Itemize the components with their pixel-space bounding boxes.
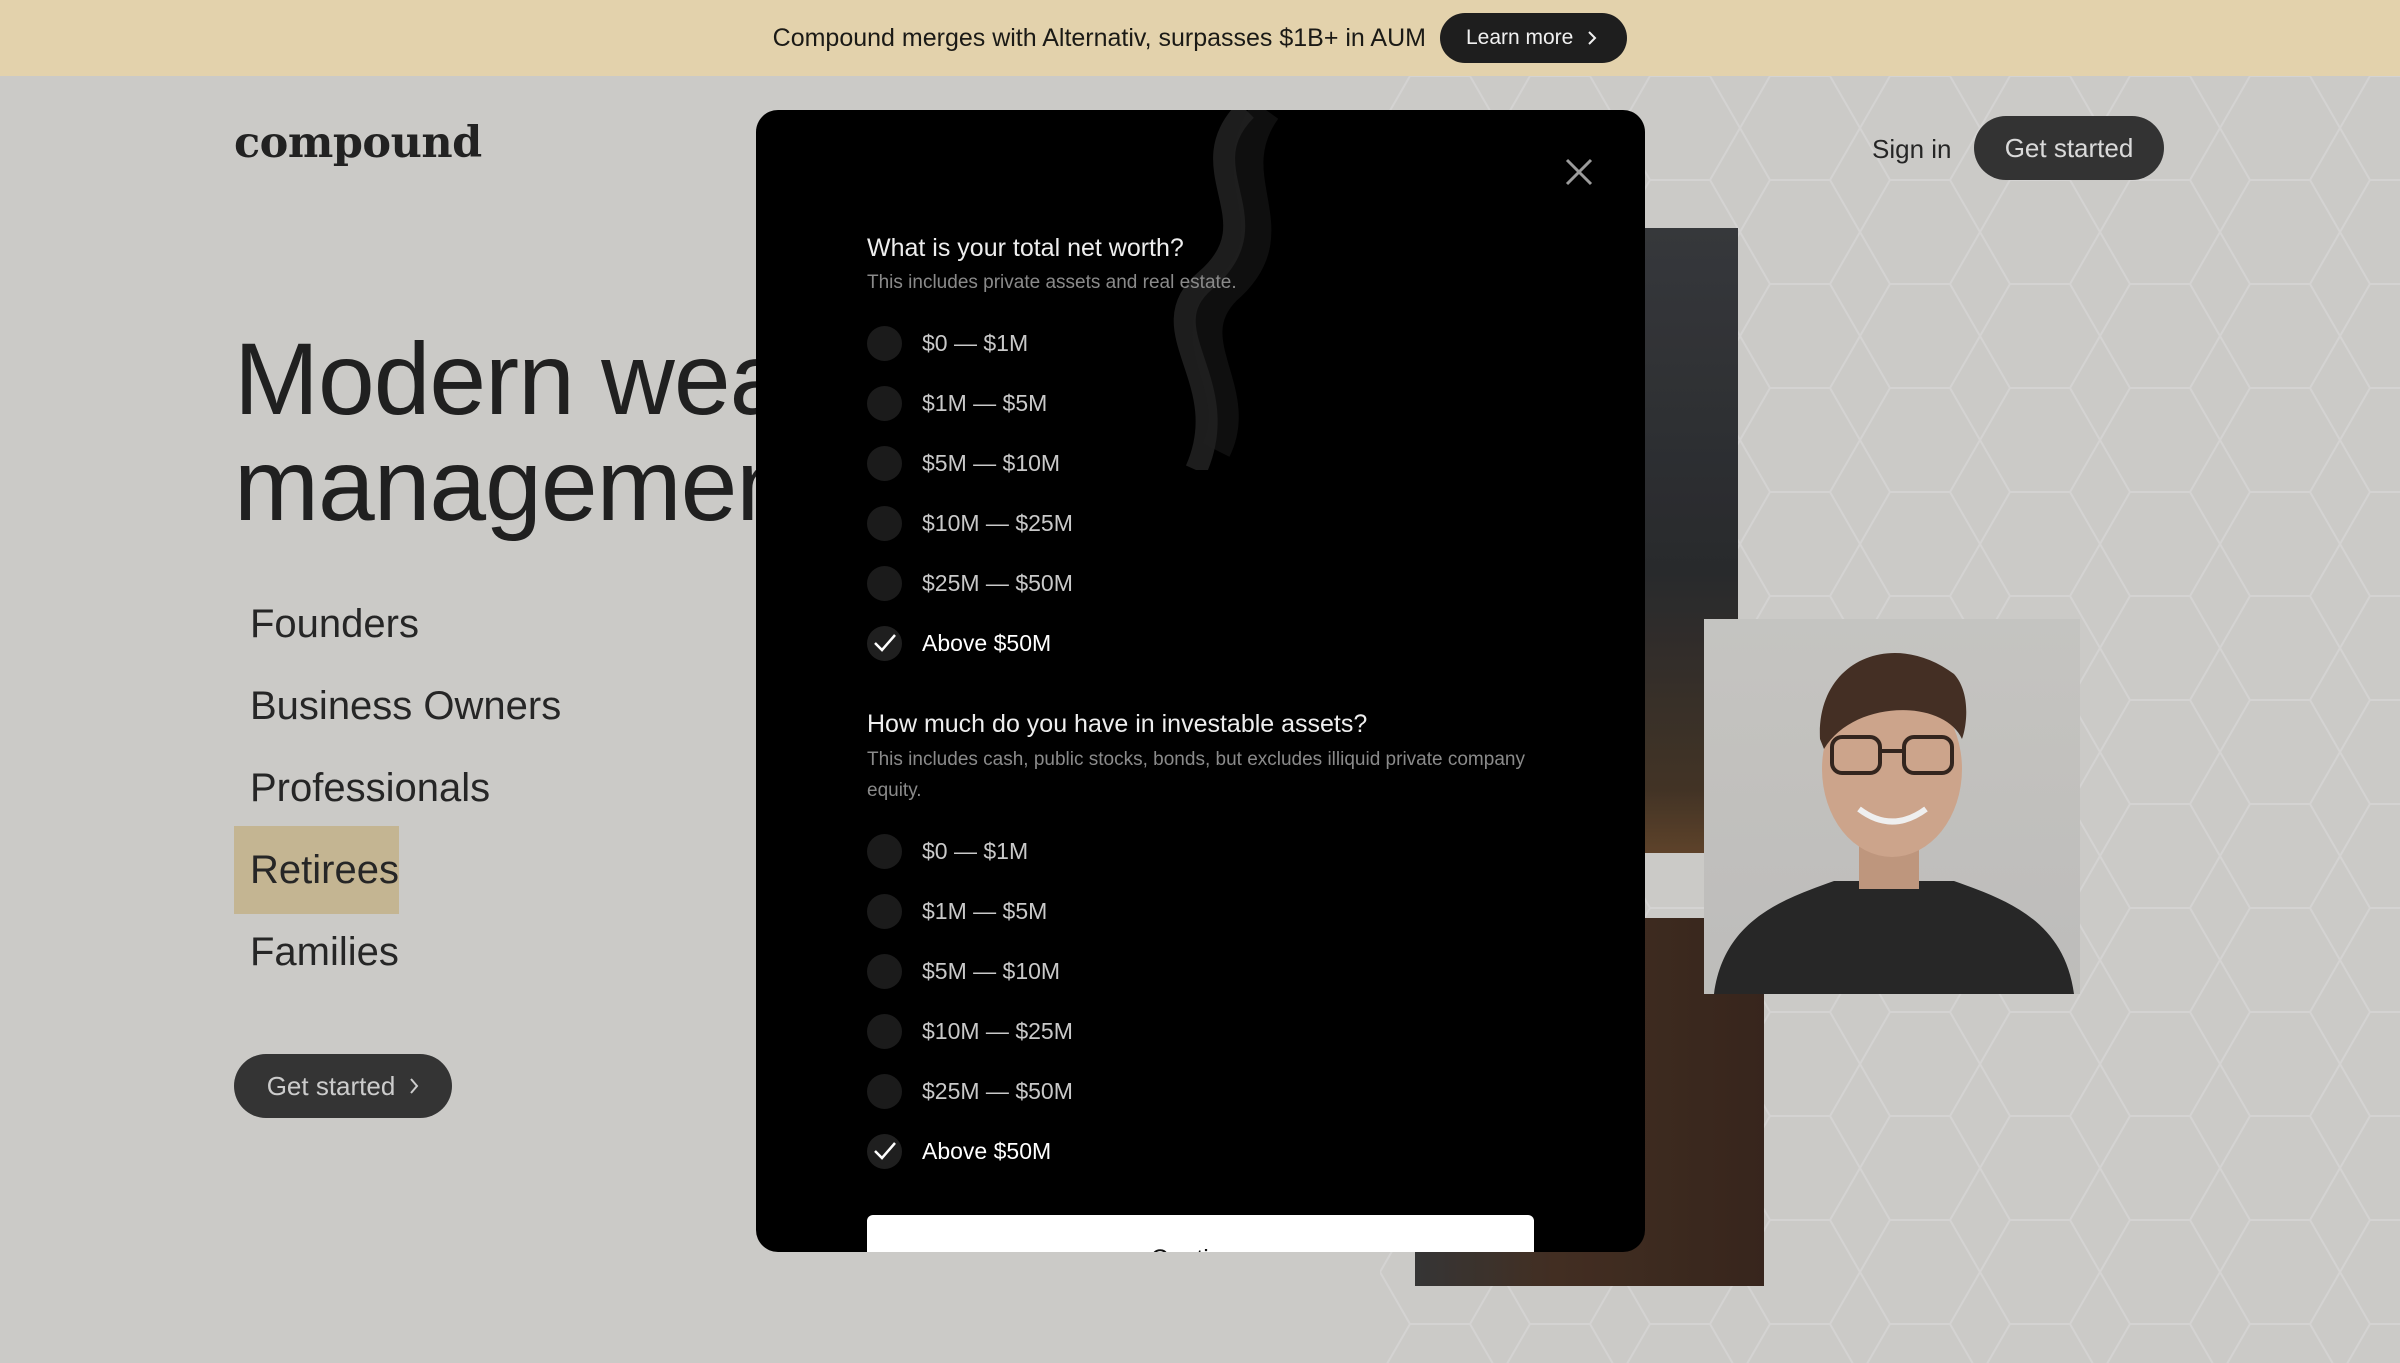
announcement-banner: Compound merges with Alternativ, surpass… (0, 0, 2400, 76)
segment-families[interactable]: Families (234, 930, 415, 975)
radio-button[interactable] (867, 1013, 902, 1049)
hero-cta-label: Get started (266, 1070, 396, 1101)
radio-button[interactable] (867, 445, 902, 481)
option-label: $10M — $25M (922, 1017, 1073, 1044)
hero-get-started-button[interactable]: Get started (234, 1054, 452, 1118)
sign-in-link[interactable]: Sign in (1872, 134, 1952, 165)
radio-button[interactable] (867, 953, 902, 989)
option-label: $5M — $10M (922, 449, 1061, 476)
option-label: $1M — $5M (922, 897, 1048, 924)
question-subtitle: This includes private assets and real es… (867, 272, 1237, 293)
segment-label: Founders (250, 602, 419, 646)
radio-button-checked[interactable] (867, 1133, 902, 1169)
net-worth-option[interactable]: $25M — $50M (867, 553, 1547, 613)
assets-option[interactable]: $25M — $50M (867, 1061, 1547, 1121)
investable-assets-question: How much do you have in investable asset… (867, 710, 1547, 1181)
segment-founders[interactable]: Founders (234, 602, 435, 647)
segment-label: Retirees (234, 826, 399, 914)
net-worth-question: What is your total net worth? This inclu… (867, 234, 1547, 673)
hero-title-line2: managemen (234, 428, 793, 542)
close-icon[interactable] (1561, 154, 1597, 190)
hero-title: Modern wea managemen (234, 322, 793, 542)
banner-text: Compound merges with Alternativ, surpass… (772, 23, 1426, 52)
net-worth-options: $0 — $1M $1M — $5M $5M — $10M $10M — $25… (867, 313, 1547, 673)
segment-retirees[interactable]: Retirees (234, 826, 399, 914)
radio-button[interactable] (867, 1073, 902, 1109)
option-label: Above $50M (922, 1137, 1052, 1164)
assets-option[interactable]: $0 — $1M (867, 821, 1547, 881)
radio-button[interactable] (867, 565, 902, 601)
segment-label: Professionals (250, 766, 491, 810)
radio-button[interactable] (867, 505, 902, 541)
chevron-right-icon (410, 1078, 419, 1094)
qualification-modal: What is your total net worth? This inclu… (756, 110, 1645, 1252)
portrait-photo-smiling-man (1704, 619, 2080, 994)
chevron-right-icon (1588, 31, 1597, 45)
option-label: $0 — $1M (922, 329, 1029, 356)
radio-button[interactable] (867, 325, 902, 361)
learn-more-button[interactable]: Learn more (1439, 13, 1628, 63)
option-label: $25M — $50M (922, 569, 1073, 596)
investable-assets-options: $0 — $1M $1M — $5M $5M — $10M $10M — $25… (867, 821, 1547, 1181)
compound-logo[interactable]: compound (234, 118, 482, 168)
continue-button[interactable]: Continue (867, 1215, 1534, 1252)
question-subtitle: This includes cash, public stocks, bonds… (867, 749, 1525, 801)
radio-button[interactable] (867, 833, 902, 869)
segment-label: Business Owners (250, 684, 562, 728)
assets-option[interactable]: $5M — $10M (867, 941, 1547, 1001)
radio-button[interactable] (867, 385, 902, 421)
option-label: $10M — $25M (922, 509, 1073, 536)
option-label: $5M — $10M (922, 957, 1061, 984)
assets-option[interactable]: $10M — $25M (867, 1001, 1547, 1061)
radio-button-checked[interactable] (867, 625, 902, 661)
segment-business-owners[interactable]: Business Owners (234, 684, 577, 729)
option-label: $1M — $5M (922, 389, 1048, 416)
segment-professionals[interactable]: Professionals (234, 766, 506, 811)
assets-option[interactable]: $1M — $5M (867, 881, 1547, 941)
net-worth-option[interactable]: $10M — $25M (867, 493, 1547, 553)
checkmark-icon (873, 634, 896, 652)
net-worth-option[interactable]: $1M — $5M (867, 373, 1547, 433)
checkmark-icon (873, 1142, 896, 1160)
option-label: $25M — $50M (922, 1077, 1073, 1104)
learn-more-label: Learn more (1465, 26, 1574, 49)
header-get-started-button[interactable]: Get started (1974, 116, 2164, 180)
option-label: $0 — $1M (922, 837, 1029, 864)
question-title: What is your total net worth? (867, 234, 1184, 262)
net-worth-option-selected[interactable]: Above $50M (867, 613, 1547, 673)
question-title: How much do you have in investable asset… (867, 710, 1368, 738)
radio-button[interactable] (867, 893, 902, 929)
net-worth-option[interactable]: $5M — $10M (867, 433, 1547, 493)
hero-title-line1: Modern wea (234, 322, 786, 436)
man-portrait-illustration (1714, 653, 2074, 994)
assets-option-selected[interactable]: Above $50M (867, 1121, 1547, 1181)
segment-label: Families (250, 930, 399, 974)
net-worth-option[interactable]: $0 — $1M (867, 313, 1547, 373)
option-label: Above $50M (922, 629, 1052, 656)
